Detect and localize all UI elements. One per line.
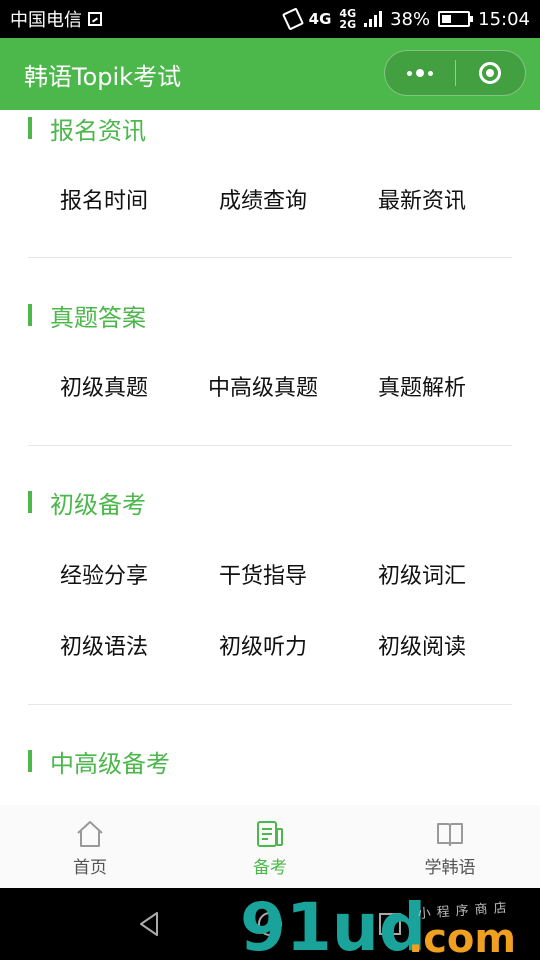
menu-item-beginner-grammar[interactable]: 初级语法	[60, 629, 148, 661]
menu-item-paper-analysis[interactable]: 真题解析	[378, 370, 466, 402]
tab-label: 学韩语	[424, 858, 476, 878]
menu-item-beginner-papers[interactable]: 初级真题	[60, 370, 148, 402]
tab-prep[interactable]: 备考	[180, 805, 360, 888]
more-dots-icon	[406, 69, 433, 77]
tab-learn-korean[interactable]: 学韩语	[360, 805, 540, 888]
menu-item-experience-sharing[interactable]: 经验分享	[60, 558, 148, 590]
main-content: 报名资讯 报名时间 成绩查询 最新资讯 真题答案 初级真题 中高级真题 真题解析…	[0, 110, 540, 805]
section-divider	[28, 704, 512, 705]
battery-percent: 38%	[390, 8, 431, 30]
bottom-tab-bar: 首页 备考 学韩语	[0, 805, 540, 888]
more-button[interactable]	[385, 51, 455, 95]
carrier-name: 中国电信	[10, 10, 82, 31]
section-title-past-papers: 真题答案	[28, 300, 146, 332]
home-icon	[77, 821, 103, 847]
section-accent-bar	[28, 491, 32, 513]
section-accent-bar	[28, 750, 32, 772]
menu-item-advanced-papers[interactable]: 中高级真题	[208, 370, 318, 402]
app-header: 韩语Topik考试	[0, 38, 540, 110]
section-title-advanced-prep: 中高级备考	[28, 746, 170, 778]
tab-label: 备考	[253, 858, 287, 878]
menu-item-latest-news[interactable]: 最新资讯	[378, 183, 466, 215]
network-4g-label: 4G	[308, 10, 332, 28]
system-navigation-bar	[0, 888, 540, 960]
menu-item-registration-time[interactable]: 报名时间	[60, 183, 148, 215]
sim-icon	[88, 12, 102, 26]
signal-icon	[364, 11, 383, 27]
target-circle-icon	[479, 62, 502, 84]
menu-item-beginner-vocab[interactable]: 初级词汇	[378, 558, 466, 590]
clock: 15:04	[478, 8, 530, 30]
home-circle-icon[interactable]	[255, 909, 285, 939]
recents-square-icon[interactable]	[375, 909, 405, 939]
section-divider	[28, 445, 512, 446]
menu-item-score-query[interactable]: 成绩查询	[219, 183, 307, 215]
back-icon[interactable]	[135, 909, 165, 939]
section-heading: 报名资讯	[50, 116, 146, 145]
status-bar: 中国电信 4G 4G 2G 38% 15:04	[0, 0, 540, 38]
tab-home[interactable]: 首页	[0, 805, 180, 888]
tab-label: 首页	[73, 858, 107, 878]
miniprogram-capsule	[384, 50, 526, 96]
menu-item-beginner-reading[interactable]: 初级阅读	[378, 629, 466, 661]
battery-icon	[438, 11, 474, 27]
section-heading: 中高级备考	[50, 749, 170, 778]
section-divider	[28, 257, 512, 258]
network-dual-badge: 4G 2G	[339, 8, 356, 30]
battery-fill	[442, 15, 452, 23]
menu-item-tips-guide[interactable]: 干货指导	[219, 558, 307, 590]
section-accent-bar	[28, 304, 32, 326]
menu-item-beginner-listening[interactable]: 初级听力	[219, 629, 307, 661]
section-heading: 真题答案	[50, 303, 146, 332]
section-title-beginner-prep: 初级备考	[28, 487, 146, 519]
close-miniprogram-button[interactable]	[456, 51, 526, 95]
section-title-registration: 报名资讯	[28, 113, 146, 145]
book-icon	[437, 823, 463, 846]
page-title: 韩语Topik考试	[24, 62, 182, 91]
section-accent-bar	[28, 117, 32, 139]
section-heading: 初级备考	[50, 490, 146, 519]
vibrate-icon	[281, 7, 304, 31]
network-bottom-label: 2G	[339, 18, 357, 31]
notes-icon	[257, 821, 283, 847]
